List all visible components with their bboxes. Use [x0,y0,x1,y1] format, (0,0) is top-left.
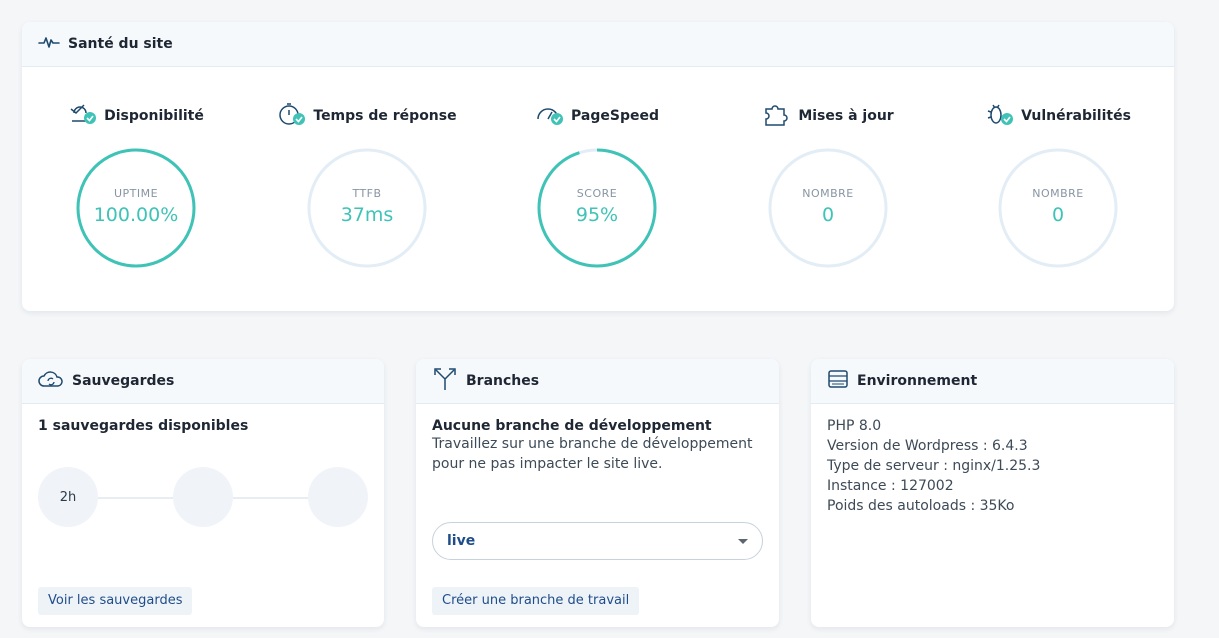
metric-caption: NOMBRE [1032,186,1084,200]
branches-heading: Aucune branche de développement [432,418,712,434]
metric-updates[interactable]: Mises à jour NOMBRE 0 [728,100,928,268]
metric-value: 100.00% [93,203,179,226]
site-health-header: Santé du site [22,22,1174,67]
backups-summary: 1 sauvegardes disponibles [38,418,249,434]
uptime-ring: UPTIME 100.00% [76,148,196,268]
site-health-title: Santé du site [68,36,173,52]
env-wordpress: Version de Wordpress : 6.4.3 [827,438,1028,454]
backup-point[interactable] [173,467,233,527]
site-health-card: Santé du site Disponibilité UPTIME 100.0… [22,22,1174,311]
branches-title: Branches [466,373,540,389]
server-icon [827,369,849,393]
metric-caption: SCORE [576,186,618,200]
metric-label: Mises à jour [798,108,894,124]
environment-header: Environnement [811,359,1174,404]
backup-point[interactable]: 2h [38,467,98,527]
branches-header: Branches [416,359,779,404]
backups-header: Sauvegardes [22,359,384,404]
uptime-check-icon [68,101,98,131]
bug-check-icon [985,101,1015,131]
metric-label: Temps de réponse [313,108,457,124]
env-autoloads: Poids des autoloads : 35Ko [827,498,1015,514]
backups-title: Sauvegardes [72,373,175,389]
ttfb-ring: TTFB 37ms [307,148,427,268]
puzzle-icon [762,101,792,131]
metric-vulnerabilities[interactable]: Vulnérabilités NOMBRE 0 [958,100,1158,268]
metric-value: 0 [821,203,835,226]
chevron-down-icon [738,539,748,544]
branches-card: Branches Aucune branche de développement… [416,359,779,627]
backups-card: Sauvegardes 1 sauvegardes disponibles 2h… [22,359,384,627]
metric-uptime[interactable]: Disponibilité UPTIME 100.00% [36,100,236,268]
view-backups-button[interactable]: Voir les sauvegardes [38,587,193,615]
environment-title: Environnement [857,373,978,389]
metric-response-time[interactable]: Temps de réponse TTFB 37ms [267,100,467,268]
metric-caption: UPTIME [113,186,159,200]
score-ring: SCORE 95% [537,148,657,268]
metric-value: 95% [575,203,619,226]
updates-ring: NOMBRE 0 [768,148,888,268]
backup-point[interactable] [308,467,368,527]
env-instance: Instance : 127002 [827,478,954,494]
gauge-check-icon [535,101,565,131]
metric-label: Disponibilité [104,108,204,124]
metric-pagespeed[interactable]: PageSpeed SCORE 95% [497,100,697,268]
env-php: PHP 8.0 [827,418,882,434]
environment-card: Environnement PHP 8.0 Version de Wordpre… [811,359,1174,627]
metric-caption: NOMBRE [802,186,854,200]
branch-select-value: live [447,533,476,549]
stopwatch-check-icon [277,101,307,131]
branches-description: Travaillez sur une branche de développem… [432,436,753,472]
heartbeat-icon [38,34,60,54]
vulnerabilities-ring: NOMBRE 0 [998,148,1118,268]
branch-icon [432,367,458,395]
env-server: Type de serveur : nginx/1.25.3 [827,458,1041,474]
metric-label: Vulnérabilités [1021,108,1131,124]
branch-select[interactable]: live [432,522,763,560]
create-branch-button[interactable]: Créer une branche de travail [432,587,640,615]
metric-caption: TTFB [352,186,382,200]
metric-value: 37ms [340,203,394,226]
metric-value: 0 [1051,203,1065,226]
cloud-sync-icon [38,369,64,393]
metric-label: PageSpeed [571,108,659,124]
